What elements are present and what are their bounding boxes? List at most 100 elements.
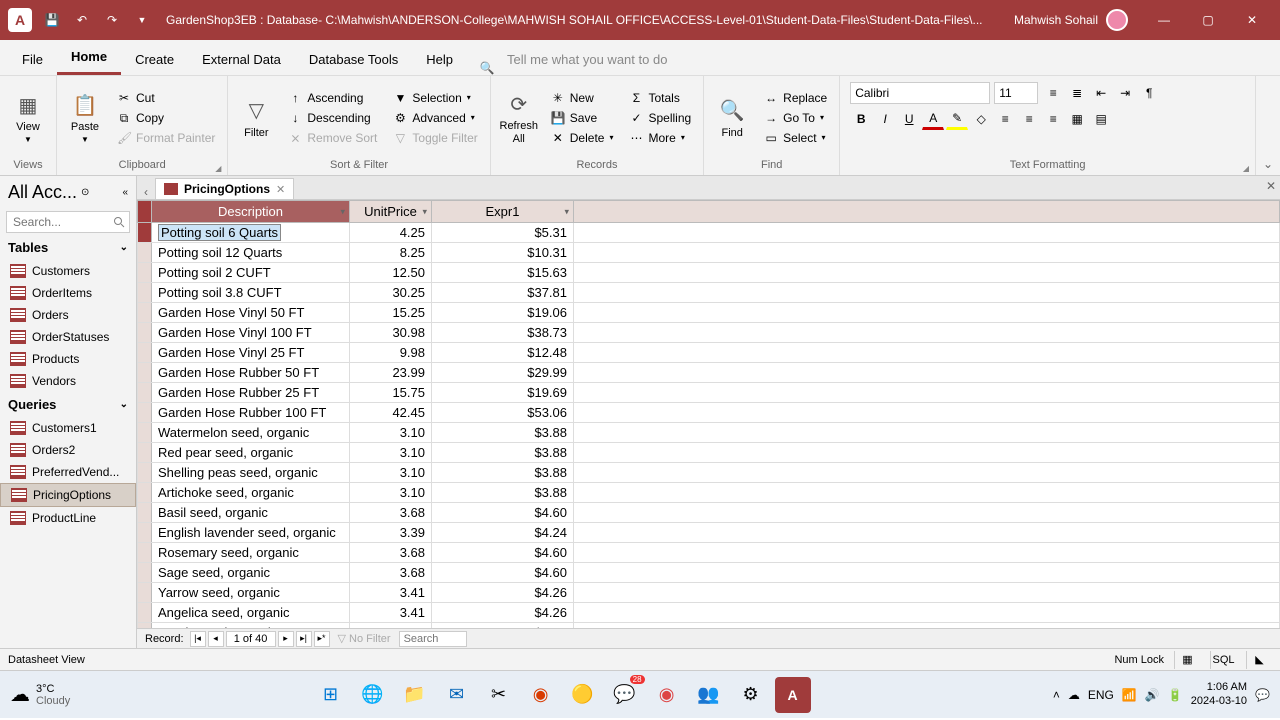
- cell-unitprice[interactable]: 3.10: [350, 483, 432, 503]
- font-select[interactable]: [850, 82, 990, 104]
- tab-external-data[interactable]: External Data: [188, 44, 295, 75]
- cell-unitprice[interactable]: 3.39: [350, 523, 432, 543]
- cell-empty[interactable]: [574, 243, 1280, 263]
- clock[interactable]: 1:06 AM 2024-03-10: [1191, 681, 1247, 707]
- cell-unitprice[interactable]: 9.98: [350, 343, 432, 363]
- cell-expr1[interactable]: $38.73: [432, 323, 574, 343]
- table-row[interactable]: Garden Hose Vinyl 25 FT9.98$12.48: [138, 343, 1280, 363]
- cell-unitprice[interactable]: 30.98: [350, 323, 432, 343]
- new-button[interactable]: ✳New: [545, 89, 620, 107]
- next-record-button[interactable]: ▸: [278, 631, 294, 647]
- cell-description[interactable]: Garden Hose Vinyl 25 FT: [152, 343, 350, 363]
- tab-file[interactable]: File: [8, 44, 57, 75]
- table-row[interactable]: Basil seed, organic3.68$4.60: [138, 503, 1280, 523]
- row-selector[interactable]: [138, 543, 152, 563]
- table-row[interactable]: Angelica seed, organic3.41$4.26: [138, 603, 1280, 623]
- cell-expr1[interactable]: $37.81: [432, 283, 574, 303]
- cell-empty[interactable]: [574, 503, 1280, 523]
- save-icon[interactable]: 💾: [40, 8, 64, 32]
- chrome-icon[interactable]: 🟡: [565, 677, 601, 713]
- table-row[interactable]: Potting soil 3.8 CUFT30.25$37.81: [138, 283, 1280, 303]
- minimize-button[interactable]: ―: [1144, 4, 1184, 36]
- table-row[interactable]: Garden Hose Rubber 100 FT42.45$53.06: [138, 403, 1280, 423]
- cell-unitprice[interactable]: 3.41: [350, 623, 432, 629]
- cell-description[interactable]: Artichoke seed, organic: [152, 483, 350, 503]
- alt-row-button[interactable]: ▤: [1090, 108, 1112, 130]
- cell-unitprice[interactable]: 3.10: [350, 443, 432, 463]
- record-position-input[interactable]: [226, 631, 276, 647]
- tray-chevron-icon[interactable]: ˄: [1053, 688, 1060, 702]
- align-center-icon[interactable]: ≡: [1018, 108, 1040, 130]
- cell-description[interactable]: Potting soil 6 Quarts: [152, 223, 350, 243]
- cell-expr1[interactable]: $19.06: [432, 303, 574, 323]
- cell-empty[interactable]: [574, 223, 1280, 243]
- cell-description[interactable]: Watermelon seed, organic: [152, 423, 350, 443]
- table-row[interactable]: Garden Hose Vinyl 50 FT15.25$19.06: [138, 303, 1280, 323]
- first-record-button[interactable]: |◂: [190, 631, 206, 647]
- cell-empty[interactable]: [574, 323, 1280, 343]
- cell-empty[interactable]: [574, 343, 1280, 363]
- row-selector[interactable]: [138, 443, 152, 463]
- cell-unitprice[interactable]: 12.50: [350, 263, 432, 283]
- row-selector[interactable]: [138, 503, 152, 523]
- cell-empty[interactable]: [574, 383, 1280, 403]
- selection-button[interactable]: ▼Selection ▾: [387, 89, 483, 107]
- nav-item-orderitems[interactable]: OrderItems: [0, 282, 136, 304]
- tab-create[interactable]: Create: [121, 44, 188, 75]
- nav-item-customers[interactable]: Customers: [0, 260, 136, 282]
- font-size-select[interactable]: [994, 82, 1038, 104]
- row-selector[interactable]: [138, 323, 152, 343]
- cell-expr1[interactable]: $4.26: [432, 583, 574, 603]
- descending-button[interactable]: ↓Descending: [282, 109, 383, 127]
- table-row[interactable]: Yarrow seed, organic3.41$4.26: [138, 583, 1280, 603]
- bullets-icon[interactable]: ≡: [1042, 82, 1064, 104]
- design-view-button[interactable]: ◣: [1246, 651, 1272, 669]
- nav-item-pricingoptions[interactable]: PricingOptions: [0, 483, 136, 507]
- cell-expr1[interactable]: $4.60: [432, 543, 574, 563]
- ascending-button[interactable]: ↑Ascending: [282, 89, 383, 107]
- fill-color-button[interactable]: ◇: [970, 108, 992, 130]
- cell-unitprice[interactable]: 3.10: [350, 463, 432, 483]
- cell-description[interactable]: Sage seed, organic: [152, 563, 350, 583]
- nav-item-customers1[interactable]: Customers1: [0, 417, 136, 439]
- row-selector[interactable]: [138, 463, 152, 483]
- underline-button[interactable]: U: [898, 108, 920, 130]
- cell-expr1[interactable]: $4.26: [432, 623, 574, 629]
- cell-description[interactable]: Catnip seed, organic: [152, 623, 350, 629]
- redo-icon[interactable]: ↷: [100, 8, 124, 32]
- cell-unitprice[interactable]: 4.25: [350, 223, 432, 243]
- onedrive-icon[interactable]: ☁: [1068, 688, 1080, 702]
- cell-unitprice[interactable]: 3.41: [350, 583, 432, 603]
- select-button[interactable]: ▭Select ▾: [758, 129, 833, 147]
- nav-item-products[interactable]: Products: [0, 348, 136, 370]
- table-row[interactable]: Potting soil 2 CUFT12.50$15.63: [138, 263, 1280, 283]
- notifications-icon[interactable]: 💬: [1255, 688, 1270, 702]
- goto-button[interactable]: →Go To ▾: [758, 109, 833, 127]
- remove-sort-button[interactable]: ⨯Remove Sort: [282, 129, 383, 147]
- text-launcher-icon[interactable]: ◢: [1243, 164, 1249, 173]
- cut-button[interactable]: ✂Cut: [111, 89, 221, 107]
- cell-unitprice[interactable]: 3.68: [350, 563, 432, 583]
- nav-header[interactable]: All Acc...: [8, 182, 77, 203]
- language-label[interactable]: ENG: [1088, 688, 1114, 702]
- row-selector[interactable]: [138, 523, 152, 543]
- prev-record-button[interactable]: ◂: [208, 631, 224, 647]
- user-avatar-icon[interactable]: [1106, 9, 1128, 31]
- weather-widget[interactable]: ☁ 3°C Cloudy: [10, 682, 70, 707]
- table-row[interactable]: Red pear seed, organic3.10$3.88: [138, 443, 1280, 463]
- ltr-icon[interactable]: ¶: [1138, 82, 1160, 104]
- gridlines-button[interactable]: ▦: [1066, 108, 1088, 130]
- undo-icon[interactable]: ↶: [70, 8, 94, 32]
- cell-description[interactable]: Potting soil 12 Quarts: [152, 243, 350, 263]
- row-selector[interactable]: [138, 263, 152, 283]
- cell-unitprice[interactable]: 3.10: [350, 423, 432, 443]
- edge-icon[interactable]: 🌐: [355, 677, 391, 713]
- cell-empty[interactable]: [574, 283, 1280, 303]
- cell-description[interactable]: Basil seed, organic: [152, 503, 350, 523]
- settings-icon[interactable]: ⚙: [733, 677, 769, 713]
- cell-empty[interactable]: [574, 623, 1280, 629]
- access-icon[interactable]: A: [775, 677, 811, 713]
- outlook-icon[interactable]: ✉: [439, 677, 475, 713]
- cell-unitprice[interactable]: 8.25: [350, 243, 432, 263]
- doc-tab-pricingoptions[interactable]: PricingOptions ✕: [155, 178, 294, 199]
